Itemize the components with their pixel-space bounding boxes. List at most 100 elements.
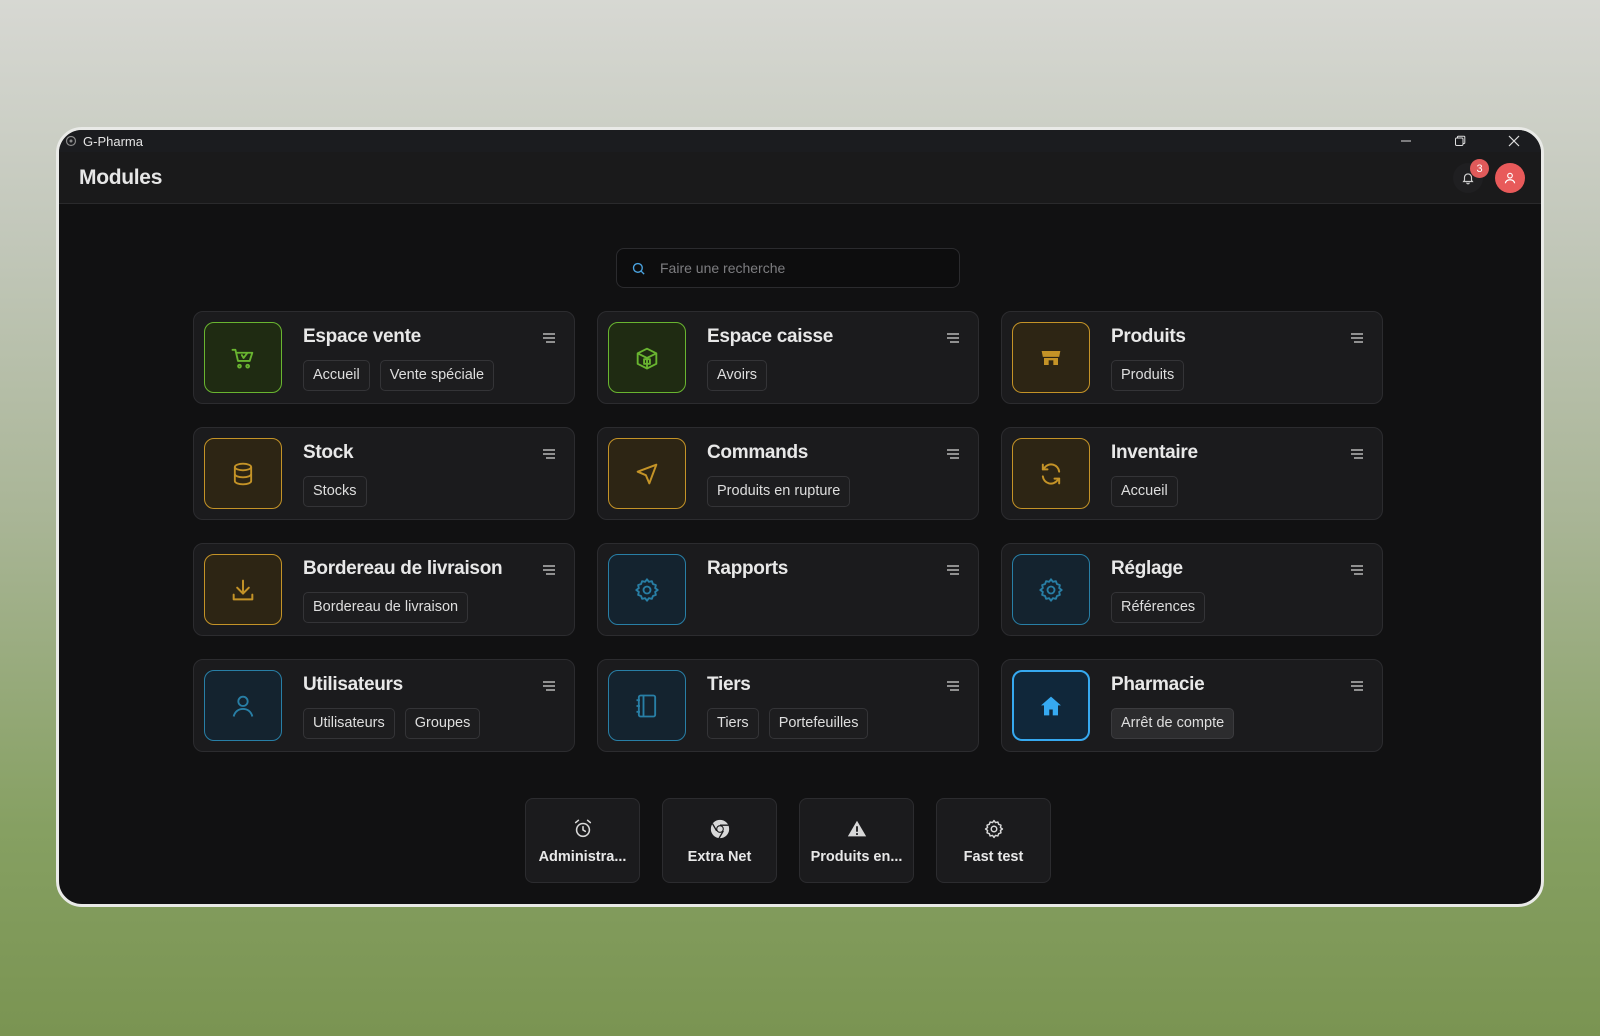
module-title: Produits bbox=[1111, 326, 1186, 347]
module-title: Espace caisse bbox=[707, 326, 834, 347]
menu-icon[interactable] bbox=[1350, 679, 1364, 693]
modules-grid: Espace vente Accueil Vente spéciale Espace … bbox=[193, 311, 1383, 752]
module-link-tiers[interactable]: Tiers bbox=[707, 708, 759, 739]
gear-icon[interactable] bbox=[608, 554, 686, 625]
module-links: Produits en rupture bbox=[707, 476, 851, 507]
maximize-button[interactable] bbox=[1433, 130, 1487, 152]
module-title: Stock bbox=[303, 442, 354, 463]
module-title: Tiers bbox=[707, 674, 751, 695]
search-bar[interactable] bbox=[616, 248, 960, 288]
page-title: Modules bbox=[79, 165, 163, 189]
module-links: Bordereau de livraison bbox=[303, 592, 469, 623]
menu-icon[interactable] bbox=[1350, 447, 1364, 461]
module-title: Utilisateurs bbox=[303, 674, 403, 695]
module-link-stocks[interactable]: Stocks bbox=[303, 476, 367, 507]
notification-badge: 3 bbox=[1470, 159, 1489, 178]
module-links: Tiers Portefeuilles bbox=[707, 708, 869, 739]
module-title: Réglage bbox=[1111, 558, 1183, 579]
user-icon[interactable] bbox=[204, 670, 282, 741]
user-icon bbox=[1504, 172, 1516, 184]
quick-action-produits-en[interactable]: Produits en... bbox=[799, 798, 914, 883]
menu-icon[interactable] bbox=[542, 679, 556, 693]
refresh-icon[interactable] bbox=[1012, 438, 1090, 509]
quick-action-label: Produits en... bbox=[810, 848, 903, 865]
menu-icon[interactable] bbox=[946, 447, 960, 461]
close-icon bbox=[1508, 135, 1520, 147]
module-card-reglage[interactable]: Réglage Références bbox=[1001, 543, 1383, 636]
minimize-icon bbox=[1401, 140, 1411, 142]
module-title: Commands bbox=[707, 442, 809, 463]
module-card-bordereau-de-livraison[interactable]: Bordereau de livraison Bordereau de livra… bbox=[193, 543, 575, 636]
send-icon[interactable] bbox=[608, 438, 686, 509]
module-links: Références bbox=[1111, 592, 1206, 623]
window-title: G-Pharma bbox=[83, 133, 143, 149]
quick-action-label: Extra Net bbox=[687, 848, 752, 865]
restore-icon bbox=[1455, 135, 1466, 146]
gear-icon[interactable] bbox=[1012, 554, 1090, 625]
menu-icon[interactable] bbox=[946, 679, 960, 693]
module-link-portefeuilles[interactable]: Portefeuilles bbox=[768, 708, 869, 739]
quick-action-fast-test[interactable]: Fast test bbox=[936, 798, 1051, 883]
module-title: Espace vente bbox=[303, 326, 421, 347]
module-links: Stocks bbox=[303, 476, 367, 507]
menu-icon[interactable] bbox=[542, 447, 556, 461]
user-avatar[interactable] bbox=[1495, 163, 1525, 193]
module-card-tiers[interactable]: Tiers Tiers Portefeuilles bbox=[597, 659, 979, 752]
module-link-arret-de-compte[interactable]: Arrêt de compte bbox=[1111, 708, 1235, 739]
gear-icon bbox=[982, 817, 1006, 841]
module-card-espace-vente[interactable]: Espace vente Accueil Vente spéciale bbox=[193, 311, 575, 404]
close-button[interactable] bbox=[1487, 130, 1541, 152]
quick-action-extra-net[interactable]: Extra Net bbox=[662, 798, 777, 883]
quick-action-administra[interactable]: Administra... bbox=[525, 798, 640, 883]
module-card-inventaire[interactable]: Inventaire Accueil bbox=[1001, 427, 1383, 520]
app-window: G-Pharma Modules 3 Espa bbox=[56, 127, 1544, 907]
module-link-accueil[interactable]: Accueil bbox=[1111, 476, 1178, 507]
title-bar: G-Pharma bbox=[59, 130, 1541, 152]
menu-icon[interactable] bbox=[946, 563, 960, 577]
menu-icon[interactable] bbox=[946, 331, 960, 345]
chrome-icon bbox=[708, 817, 732, 841]
menu-icon[interactable] bbox=[542, 331, 556, 345]
database-icon[interactable] bbox=[204, 438, 282, 509]
app-logo-icon bbox=[65, 135, 77, 147]
menu-icon[interactable] bbox=[1350, 563, 1364, 577]
menu-icon[interactable] bbox=[1350, 331, 1364, 345]
search-input[interactable] bbox=[660, 260, 940, 276]
module-link-references[interactable]: Références bbox=[1111, 592, 1206, 623]
home-icon[interactable] bbox=[1012, 670, 1090, 741]
module-card-espace-caisse[interactable]: Espace caisse Avoirs bbox=[597, 311, 979, 404]
module-link-accueil[interactable]: Accueil bbox=[303, 360, 370, 391]
module-links: Avoirs bbox=[707, 360, 768, 391]
module-links: Utilisateurs Groupes bbox=[303, 708, 481, 739]
search-icon bbox=[632, 262, 645, 275]
module-title: Rapports bbox=[707, 558, 788, 579]
cart-icon[interactable] bbox=[204, 322, 282, 393]
module-card-stock[interactable]: Stock Stocks bbox=[193, 427, 575, 520]
minimize-button[interactable] bbox=[1379, 130, 1433, 152]
module-links: Accueil bbox=[1111, 476, 1178, 507]
module-link-utilisateurs[interactable]: Utilisateurs bbox=[303, 708, 395, 739]
module-card-utilisateurs[interactable]: Utilisateurs Utilisateurs Groupes bbox=[193, 659, 575, 752]
module-card-pharmacie[interactable]: Pharmacie Arrêt de compte bbox=[1001, 659, 1383, 752]
module-link-avoirs[interactable]: Avoirs bbox=[707, 360, 768, 391]
module-link-produits[interactable]: Produits bbox=[1111, 360, 1185, 391]
box-icon[interactable] bbox=[608, 322, 686, 393]
alarm-clock-icon bbox=[571, 817, 595, 841]
module-link-groupes[interactable]: Groupes bbox=[404, 708, 481, 739]
module-links: Accueil Vente spéciale bbox=[303, 360, 495, 391]
module-links: Produits bbox=[1111, 360, 1185, 391]
store-icon[interactable] bbox=[1012, 322, 1090, 393]
menu-icon[interactable] bbox=[542, 563, 556, 577]
module-card-commands[interactable]: Commands Produits en rupture bbox=[597, 427, 979, 520]
notebook-icon[interactable] bbox=[608, 670, 686, 741]
module-card-rapports[interactable]: Rapports bbox=[597, 543, 979, 636]
warning-icon bbox=[845, 817, 869, 841]
module-title: Inventaire bbox=[1111, 442, 1198, 463]
module-link-bordereau-de-livraison[interactable]: Bordereau de livraison bbox=[303, 592, 469, 623]
download-icon[interactable] bbox=[204, 554, 282, 625]
module-link-produits-en-rupture[interactable]: Produits en rupture bbox=[707, 476, 851, 507]
module-link-vente-speciale[interactable]: Vente spéciale bbox=[379, 360, 495, 391]
module-card-produits[interactable]: Produits Produits bbox=[1001, 311, 1383, 404]
quick-action-label: Administra... bbox=[538, 848, 627, 865]
notifications-button[interactable]: 3 bbox=[1453, 159, 1489, 193]
